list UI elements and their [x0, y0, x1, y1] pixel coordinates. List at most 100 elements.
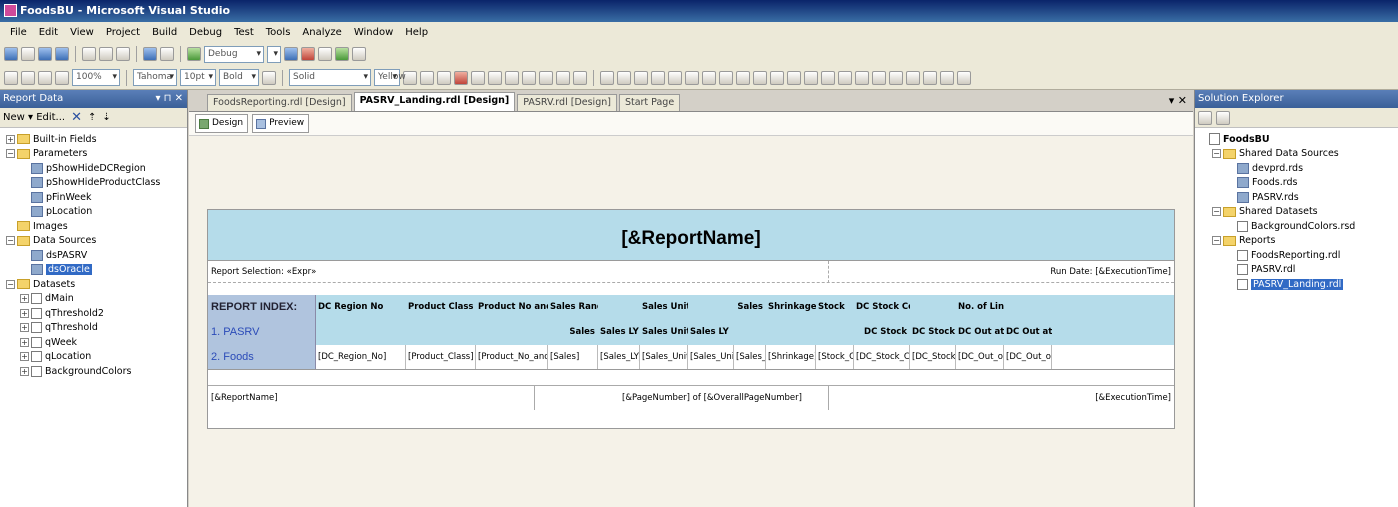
- show-all-files-icon[interactable]: [1216, 110, 1230, 125]
- collapse-icon[interactable]: −: [1212, 149, 1221, 159]
- header-cell[interactable]: Product Class: [406, 295, 476, 320]
- layout-5-icon[interactable]: [668, 70, 682, 85]
- redo-icon[interactable]: [160, 47, 174, 61]
- underline-icon[interactable]: [437, 70, 451, 85]
- data-cell[interactable]: [DC_Stock_C: [910, 345, 956, 369]
- layout-2-icon[interactable]: [617, 70, 631, 85]
- header-cell[interactable]: [1004, 295, 1052, 320]
- header-cell[interactable]: [816, 320, 854, 345]
- header-cell[interactable]: DC Region No: [316, 295, 406, 320]
- layout-12-icon[interactable]: [787, 70, 801, 85]
- undo-icon[interactable]: [143, 47, 157, 61]
- tree-item[interactable]: − Data Sources: [0, 234, 187, 249]
- header-cell[interactable]: DC Stock: [854, 320, 910, 345]
- new-project-icon[interactable]: [4, 47, 18, 61]
- header-cell[interactable]: DC Stock Cover: [854, 295, 910, 320]
- fill-combo[interactable]: Solid: [289, 69, 371, 86]
- tree-item[interactable]: − Shared Data Sources: [1198, 147, 1398, 162]
- expand-icon[interactable]: +: [20, 337, 29, 347]
- expand-icon[interactable]: +: [20, 352, 29, 362]
- data-cell[interactable]: [Product_Class]: [406, 345, 476, 369]
- tree-item[interactable]: − Datasets: [0, 277, 187, 292]
- italic-icon[interactable]: [420, 70, 434, 85]
- tree-item[interactable]: + Built-in Fields: [0, 132, 187, 147]
- layout-11-icon[interactable]: [770, 70, 784, 85]
- align-left-icon[interactable]: [4, 70, 18, 85]
- save-all-icon[interactable]: [55, 47, 69, 61]
- start-debugging-icon[interactable]: [187, 47, 201, 61]
- tab-design[interactable]: Design: [195, 114, 249, 133]
- tree-item[interactable]: + qLocation: [0, 350, 187, 365]
- menu-test[interactable]: Test: [228, 27, 260, 38]
- tree-item[interactable]: − Shared Datasets: [1198, 205, 1398, 220]
- layout-18-icon[interactable]: [889, 70, 903, 85]
- expand-icon[interactable]: +: [20, 294, 29, 304]
- header-cell[interactable]: Sales: [734, 295, 766, 320]
- tree-item[interactable]: + qThreshold: [0, 321, 187, 336]
- tree-item[interactable]: pShowHideDCRegion: [0, 161, 187, 176]
- header-cell[interactable]: DC Stock: [910, 320, 956, 345]
- tree-item[interactable]: Images: [0, 219, 187, 234]
- expand-icon[interactable]: +: [20, 308, 29, 318]
- align-middle-icon[interactable]: [556, 70, 570, 85]
- document-tab[interactable]: PASRV_Landing.rdl [Design]: [353, 92, 516, 111]
- data-cell[interactable]: [Sales_Units_: [688, 345, 734, 369]
- delete-icon[interactable]: ✕: [71, 110, 82, 125]
- data-cell[interactable]: [Sales_LY_Pe: [598, 345, 640, 369]
- menu-file[interactable]: File: [4, 27, 33, 38]
- expand-icon[interactable]: +: [6, 134, 15, 144]
- data-cell[interactable]: [Shrinkage]: [766, 345, 816, 369]
- data-cell[interactable]: [Sales]: [548, 345, 598, 369]
- menu-help[interactable]: Help: [399, 27, 434, 38]
- tree-item[interactable]: PASRV.rdl: [1198, 263, 1398, 278]
- header-cell[interactable]: Sales: [548, 320, 598, 345]
- align-center-text-icon[interactable]: [505, 70, 519, 85]
- menu-project[interactable]: Project: [100, 27, 146, 38]
- header-cell[interactable]: [316, 320, 406, 345]
- tree-item[interactable]: pLocation: [0, 205, 187, 220]
- align-left-text-icon[interactable]: [488, 70, 502, 85]
- header-cell[interactable]: Sales Units: [640, 295, 688, 320]
- header-cell[interactable]: Sales Rands: [548, 295, 598, 320]
- header-cell[interactable]: [734, 320, 766, 345]
- layout-21-icon[interactable]: [940, 70, 954, 85]
- header-cell[interactable]: Sales Units: [640, 320, 688, 345]
- data-cell[interactable]: [DC_Out_of_: [1004, 345, 1052, 369]
- collapse-icon[interactable]: −: [6, 236, 15, 246]
- tree-item[interactable]: dsPASRV: [0, 248, 187, 263]
- tab-close-icon[interactable]: ▾ ✕: [1169, 94, 1187, 107]
- background-color-icon[interactable]: [471, 70, 485, 85]
- data-cell[interactable]: [Sales_Margi: [734, 345, 766, 369]
- properties-icon[interactable]: [301, 47, 315, 61]
- font-combo[interactable]: Tahoma: [133, 69, 177, 86]
- tree-item[interactable]: − Parameters: [0, 147, 187, 162]
- menu-edit[interactable]: Edit: [33, 27, 64, 38]
- align-bottom-icon[interactable]: [573, 70, 587, 85]
- tree-item[interactable]: + qThreshold2: [0, 306, 187, 321]
- tree-item[interactable]: pShowHideProductClass: [0, 176, 187, 191]
- menu-view[interactable]: View: [64, 27, 100, 38]
- data-cell[interactable]: [Stock_Cove: [816, 345, 854, 369]
- layout-13-icon[interactable]: [804, 70, 818, 85]
- toolbox-icon[interactable]: [318, 47, 332, 61]
- header-cell[interactable]: [910, 295, 956, 320]
- design-surface[interactable]: [&ReportName] Report Selection: «Expr» R…: [189, 136, 1193, 507]
- tree-item[interactable]: dsOracle: [0, 263, 187, 278]
- layout-22-icon[interactable]: [957, 70, 971, 85]
- object-browser-icon[interactable]: [335, 47, 349, 61]
- other-windows-icon[interactable]: [352, 47, 366, 61]
- expand-icon[interactable]: +: [20, 366, 29, 376]
- solution-config-combo[interactable]: Debug: [204, 45, 264, 63]
- panel-pin-close-icons[interactable]: ▾ ⊓ ✕: [155, 90, 183, 108]
- header-cell[interactable]: No. of Lines Out of: [956, 295, 1004, 320]
- tab-preview[interactable]: Preview: [252, 114, 310, 133]
- layout-9-icon[interactable]: [736, 70, 750, 85]
- collapse-icon[interactable]: −: [6, 279, 15, 289]
- expand-icon[interactable]: +: [20, 323, 29, 333]
- layout-3-icon[interactable]: [634, 70, 648, 85]
- report-title[interactable]: [&ReportName]: [208, 210, 1174, 261]
- tree-item[interactable]: PASRV.rds: [1198, 190, 1398, 205]
- header-cell[interactable]: DC Out at: [956, 320, 1004, 345]
- header-cell[interactable]: [476, 320, 548, 345]
- header-cell[interactable]: Sales LY: [598, 320, 640, 345]
